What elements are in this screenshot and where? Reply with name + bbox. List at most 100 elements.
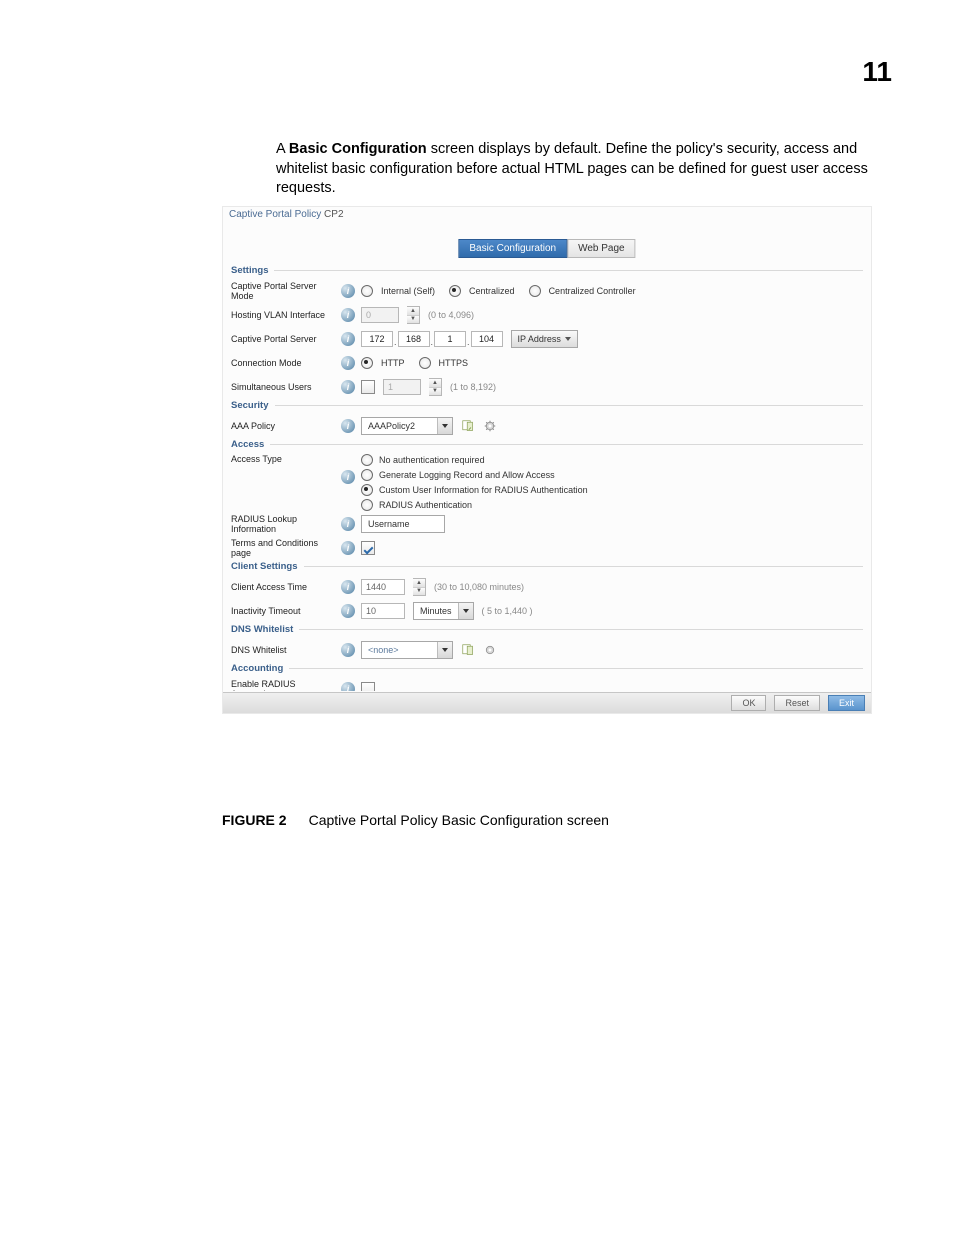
section-access: Access bbox=[231, 439, 863, 450]
radio-internal-self[interactable] bbox=[361, 285, 373, 297]
section-access-label: Access bbox=[231, 439, 264, 450]
section-accounting: Accounting bbox=[231, 663, 863, 674]
radio-label-internal: Internal (Self) bbox=[381, 286, 435, 296]
radio-centralized-controller[interactable] bbox=[529, 285, 541, 297]
label-cp-server: Captive Portal Server bbox=[231, 334, 341, 344]
info-icon[interactable] bbox=[341, 470, 355, 484]
label-dns-whitelist: DNS Whitelist bbox=[231, 645, 341, 655]
ip-input[interactable]: 172. 168. 1. 104 bbox=[361, 331, 503, 347]
ok-button[interactable]: OK bbox=[731, 695, 766, 711]
radio-gen-log[interactable] bbox=[361, 469, 373, 481]
aaa-policy-select[interactable]: AAAPolicy2 bbox=[361, 417, 453, 435]
edit-icon[interactable] bbox=[461, 643, 475, 657]
client-access-time-hint: (30 to 10,080 minutes) bbox=[434, 582, 524, 592]
breadcrumb-current: CP2 bbox=[324, 209, 343, 220]
label-inactivity-timeout: Inactivity Timeout bbox=[231, 606, 341, 616]
label-radius-lookup: RADIUS Lookup Information bbox=[231, 514, 341, 534]
check-radius-acct[interactable] bbox=[361, 682, 375, 691]
info-icon[interactable] bbox=[341, 682, 355, 691]
info-icon[interactable] bbox=[341, 541, 355, 555]
gear-icon[interactable] bbox=[483, 419, 497, 433]
radius-lookup-label: Username bbox=[368, 519, 410, 529]
radio-label-radius-auth: RADIUS Authentication bbox=[379, 500, 472, 510]
label-client-access-time: Client Access Time bbox=[231, 582, 341, 592]
dns-whitelist-value: <none> bbox=[362, 645, 437, 655]
info-icon[interactable] bbox=[341, 380, 355, 394]
breadcrumb-label: Captive Portal Policy bbox=[229, 209, 321, 220]
radius-lookup-button[interactable]: Username bbox=[361, 515, 445, 533]
reset-button[interactable]: Reset bbox=[774, 695, 820, 711]
ip-octet-4[interactable]: 104 bbox=[471, 331, 503, 347]
tabs: Basic Configuration Web Page bbox=[458, 239, 635, 258]
radio-https[interactable] bbox=[419, 357, 431, 369]
section-settings-label: Settings bbox=[231, 265, 268, 276]
info-icon[interactable] bbox=[341, 308, 355, 322]
figure-text: Captive Portal Policy Basic Configuratio… bbox=[309, 812, 609, 828]
ip-octet-2[interactable]: 168 bbox=[398, 331, 430, 347]
check-sim-users[interactable] bbox=[361, 380, 375, 394]
client-access-time-input[interactable]: 1440 bbox=[361, 579, 405, 595]
label-enable-radius-acct: Enable RADIUS Accounting bbox=[231, 679, 341, 691]
label-conn-mode: Connection Mode bbox=[231, 358, 341, 368]
page-number: 11 bbox=[862, 56, 892, 88]
radio-label-https: HTTPS bbox=[439, 358, 469, 368]
dns-whitelist-select[interactable]: <none> bbox=[361, 641, 453, 659]
info-icon[interactable] bbox=[341, 419, 355, 433]
radio-custom-radius[interactable] bbox=[361, 484, 373, 496]
info-icon[interactable] bbox=[341, 604, 355, 618]
ip-octet-1[interactable]: 172 bbox=[361, 331, 393, 347]
tab-web-page[interactable]: Web Page bbox=[567, 239, 636, 258]
inactivity-input[interactable]: 10 bbox=[361, 603, 405, 619]
section-accounting-label: Accounting bbox=[231, 663, 283, 674]
section-dns: DNS Whitelist bbox=[231, 624, 863, 635]
radio-centralized[interactable] bbox=[449, 285, 461, 297]
section-client: Client Settings bbox=[231, 561, 863, 572]
tab-basic-configuration[interactable]: Basic Configuration bbox=[458, 239, 567, 258]
section-dns-label: DNS Whitelist bbox=[231, 624, 293, 635]
footer-bar: OK Reset Exit bbox=[223, 692, 871, 713]
sim-users-hint: (1 to 8,192) bbox=[450, 382, 496, 392]
intro-bold: Basic Configuration bbox=[289, 141, 427, 157]
inactivity-unit-value: Minutes bbox=[414, 606, 458, 616]
sim-users-spinner[interactable]: ▲▼ bbox=[429, 378, 442, 396]
radio-radius-auth[interactable] bbox=[361, 499, 373, 511]
client-access-time-spinner[interactable]: ▲▼ bbox=[413, 578, 426, 596]
gear-icon[interactable] bbox=[483, 643, 497, 657]
aaa-policy-value: AAAPolicy2 bbox=[362, 421, 437, 431]
section-security-label: Security bbox=[231, 400, 269, 411]
vlan-input[interactable]: 0 bbox=[361, 307, 399, 323]
ip-type-dropdown[interactable]: IP Address bbox=[511, 330, 578, 348]
info-icon[interactable] bbox=[341, 643, 355, 657]
info-icon[interactable] bbox=[341, 580, 355, 594]
sim-users-input[interactable]: 1 bbox=[383, 379, 421, 395]
label-server-mode: Captive Portal Server Mode bbox=[231, 281, 341, 301]
inactivity-unit-select[interactable]: Minutes bbox=[413, 602, 474, 620]
info-icon[interactable] bbox=[341, 517, 355, 531]
inactivity-hint: ( 5 to 1,440 ) bbox=[482, 606, 533, 616]
caret-down-icon bbox=[463, 609, 469, 613]
label-terms: Terms and Conditions page bbox=[231, 538, 341, 558]
section-client-label: Client Settings bbox=[231, 561, 298, 572]
radio-http[interactable] bbox=[361, 357, 373, 369]
label-sim-users: Simultaneous Users bbox=[231, 382, 341, 392]
info-icon[interactable] bbox=[341, 284, 355, 298]
ip-octet-3[interactable]: 1 bbox=[434, 331, 466, 347]
label-vlan: Hosting VLAN Interface bbox=[231, 310, 341, 320]
vlan-hint: (0 to 4,096) bbox=[428, 310, 474, 320]
intro-paragraph: A Basic Configuration screen displays by… bbox=[276, 140, 878, 199]
panel-body: Settings Captive Portal Server Mode Inte… bbox=[231, 265, 863, 691]
caret-down-icon bbox=[565, 337, 571, 341]
radio-label-centralized: Centralized bbox=[469, 286, 515, 296]
figure-caption: FIGURE 2Captive Portal Policy Basic Conf… bbox=[222, 812, 878, 828]
exit-button[interactable]: Exit bbox=[828, 695, 865, 711]
info-icon[interactable] bbox=[341, 356, 355, 370]
caret-down-icon bbox=[442, 424, 448, 428]
caret-down-icon bbox=[442, 648, 448, 652]
edit-icon[interactable] bbox=[461, 419, 475, 433]
radio-no-auth[interactable] bbox=[361, 454, 373, 466]
vlan-spinner[interactable]: ▲▼ bbox=[407, 306, 420, 324]
check-terms[interactable] bbox=[361, 541, 375, 555]
radio-label-gen-log: Generate Logging Record and Allow Access bbox=[379, 470, 555, 480]
info-icon[interactable] bbox=[341, 332, 355, 346]
label-aaa-policy: AAA Policy bbox=[231, 421, 341, 431]
